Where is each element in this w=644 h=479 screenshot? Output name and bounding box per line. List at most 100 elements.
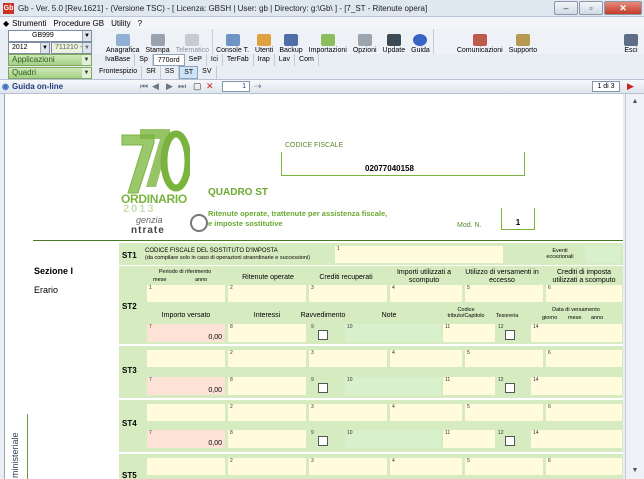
st2-periodo-field[interactable] <box>147 285 225 302</box>
guida-online-link[interactable]: Guida on-line <box>2 81 74 92</box>
st3-crediti-imposta-field[interactable] <box>546 350 622 367</box>
eventi-field[interactable] <box>585 246 620 263</box>
goto-page-icon[interactable]: ⇢ <box>254 81 262 92</box>
page-number-input[interactable]: 1 <box>222 81 250 92</box>
update-button[interactable]: Update <box>380 29 409 54</box>
st5-crediti-imposta-field[interactable] <box>546 458 622 475</box>
date-combo[interactable]: 711210 - ▼ <box>51 42 92 54</box>
prev-page-icon[interactable]: ◀ <box>152 81 159 92</box>
st4-interessi-field[interactable] <box>228 430 306 448</box>
st2-crediti-field[interactable] <box>309 285 387 302</box>
st2-ravvedimento-checkbox[interactable] <box>318 330 328 340</box>
applicazioni-dropdown[interactable]: Applicazioni ▼ <box>8 54 92 66</box>
st1-codice-field[interactable] <box>335 246 503 263</box>
st4-utilizzo-field[interactable] <box>465 404 543 421</box>
scroll-up-icon[interactable]: ▲ <box>628 96 642 108</box>
st2-note-field[interactable] <box>345 324 441 342</box>
st5-ritenute-field[interactable] <box>228 458 306 475</box>
st3-codice-field[interactable] <box>443 377 495 395</box>
st2-ritenute-field[interactable] <box>228 285 306 302</box>
comunicazioni-button[interactable]: Comunicazioni <box>454 29 506 54</box>
minimize-button[interactable]: – <box>554 1 578 15</box>
menu-strumenti[interactable]: Strumenti <box>12 19 46 28</box>
tab-ici[interactable]: Ici <box>207 54 223 66</box>
st4-crediti-imposta-field[interactable] <box>546 404 622 421</box>
st2-importi-field[interactable] <box>390 285 462 302</box>
st5-periodo-field[interactable] <box>147 458 225 475</box>
st4-importi-field[interactable] <box>390 404 462 421</box>
menu-procedure[interactable]: Procedure GB <box>53 19 104 28</box>
year-combo[interactable]: 2012 ▼ <box>8 42 50 54</box>
st3-importi-field[interactable] <box>390 350 462 367</box>
vertical-scrollbar[interactable]: ▲ ▼ <box>625 94 644 479</box>
importazioni-button[interactable]: Importazioni <box>306 29 350 54</box>
menu-utility[interactable]: Utility <box>111 19 131 28</box>
delete-page-icon[interactable]: ✕ <box>206 81 214 92</box>
tab-lav[interactable]: Lav <box>275 54 296 66</box>
page-icon[interactable]: ▢ <box>193 81 202 92</box>
st4-periodo-field[interactable] <box>147 404 225 421</box>
tab-com[interactable]: Com <box>295 54 319 66</box>
st4-note-field[interactable] <box>345 430 441 448</box>
tab-sep[interactable]: SeP <box>185 54 207 66</box>
st3-ravvedimento-checkbox[interactable] <box>318 383 328 393</box>
tab-sp[interactable]: Sp <box>135 54 153 66</box>
maximize-button[interactable]: ▫ <box>579 1 603 15</box>
opzioni-button[interactable]: Opzioni <box>350 29 380 54</box>
console-button[interactable]: Console T. <box>213 29 252 54</box>
st5-crediti-field[interactable] <box>309 458 387 475</box>
tab-irap[interactable]: Irap <box>254 54 275 66</box>
tab-sv[interactable]: SV <box>198 66 217 79</box>
st4-ravvedimento-checkbox[interactable] <box>318 436 328 446</box>
tab-frontespizio[interactable]: Frontespizio <box>95 66 143 79</box>
st5-utilizzo-field[interactable] <box>465 458 543 475</box>
last-page-icon[interactable]: ⏭ <box>178 81 186 92</box>
stampa-button[interactable]: Stampa <box>142 29 172 54</box>
st2-crediti-imposta-field[interactable] <box>546 285 622 302</box>
st4-crediti-field[interactable] <box>309 404 387 421</box>
company-combo[interactable]: GB999 ▼ <box>8 30 92 42</box>
st3-ritenute-field[interactable] <box>228 350 306 367</box>
st4-data-field[interactable] <box>531 430 622 448</box>
tab-ss[interactable]: SS <box>161 66 180 79</box>
close-button[interactable]: ✕ <box>604 1 642 15</box>
scroll-down-icon[interactable]: ▼ <box>628 465 642 477</box>
next-arrow-icon[interactable]: ▶ <box>627 81 634 92</box>
st4-ritenute-field[interactable] <box>228 404 306 421</box>
anagrafica-button[interactable]: Anagrafica <box>103 29 142 54</box>
st3-crediti-field[interactable] <box>309 350 387 367</box>
st3-tesoreria-checkbox[interactable] <box>505 383 515 393</box>
st1-subtitle: (da compilare solo in caso di operazioni… <box>145 255 311 261</box>
tab-sr[interactable]: SR <box>142 66 161 79</box>
supporto-button[interactable]: Supporto <box>506 29 540 54</box>
st5-importi-field[interactable] <box>390 458 462 475</box>
tab-ivabase[interactable]: IvaBase <box>101 54 136 66</box>
st2-codice-field[interactable] <box>443 324 495 342</box>
utenti-button[interactable]: Utenti <box>252 29 276 54</box>
st4-tesoreria-checkbox[interactable] <box>505 436 515 446</box>
tab-770ord[interactable]: 770ord <box>152 54 185 66</box>
st3-interessi-field[interactable] <box>228 377 306 395</box>
st2-utilizzo-field[interactable] <box>465 285 543 302</box>
mod-n-field[interactable]: 1 <box>501 208 535 230</box>
tab-terfab[interactable]: TerFab <box>223 54 254 66</box>
st3-data-field[interactable] <box>531 377 622 395</box>
guida-button[interactable]: Guida <box>408 29 434 54</box>
telematico-button[interactable]: Telematico <box>173 29 214 54</box>
st4-codice-field[interactable] <box>443 430 495 448</box>
importo-header: Importo versato <box>161 312 211 319</box>
st3-utilizzo-field[interactable] <box>465 350 543 367</box>
next-page-icon[interactable]: ▶ <box>166 81 173 92</box>
st3-note-field[interactable] <box>345 377 441 395</box>
tab-st[interactable]: ST <box>179 66 199 79</box>
st2-interessi-field[interactable] <box>228 324 306 342</box>
quadri-dropdown[interactable]: Quadri ▼ <box>8 67 92 79</box>
esci-button[interactable]: Esci <box>621 29 641 54</box>
codice-fiscale-value[interactable]: 02077040158 <box>365 164 414 173</box>
st3-periodo-field[interactable] <box>147 350 225 367</box>
first-page-icon[interactable]: ⏮ <box>140 81 148 92</box>
backup-button[interactable]: Backup <box>276 29 305 54</box>
st2-data-field[interactable] <box>531 324 622 342</box>
st2-tesoreria-checkbox[interactable] <box>505 330 515 340</box>
menu-help[interactable]: ? <box>138 19 142 28</box>
